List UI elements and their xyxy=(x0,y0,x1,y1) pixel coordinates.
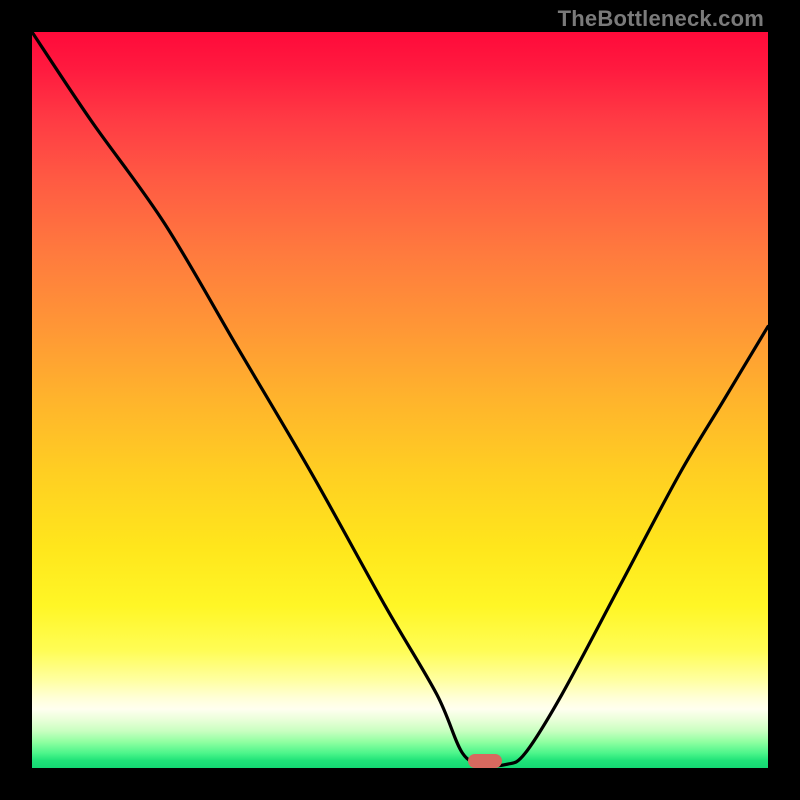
bottleneck-curve xyxy=(32,32,768,768)
optimal-marker xyxy=(468,754,502,768)
plot-area xyxy=(32,32,768,768)
chart-frame: TheBottleneck.com xyxy=(0,0,800,800)
watermark-text: TheBottleneck.com xyxy=(558,6,764,32)
